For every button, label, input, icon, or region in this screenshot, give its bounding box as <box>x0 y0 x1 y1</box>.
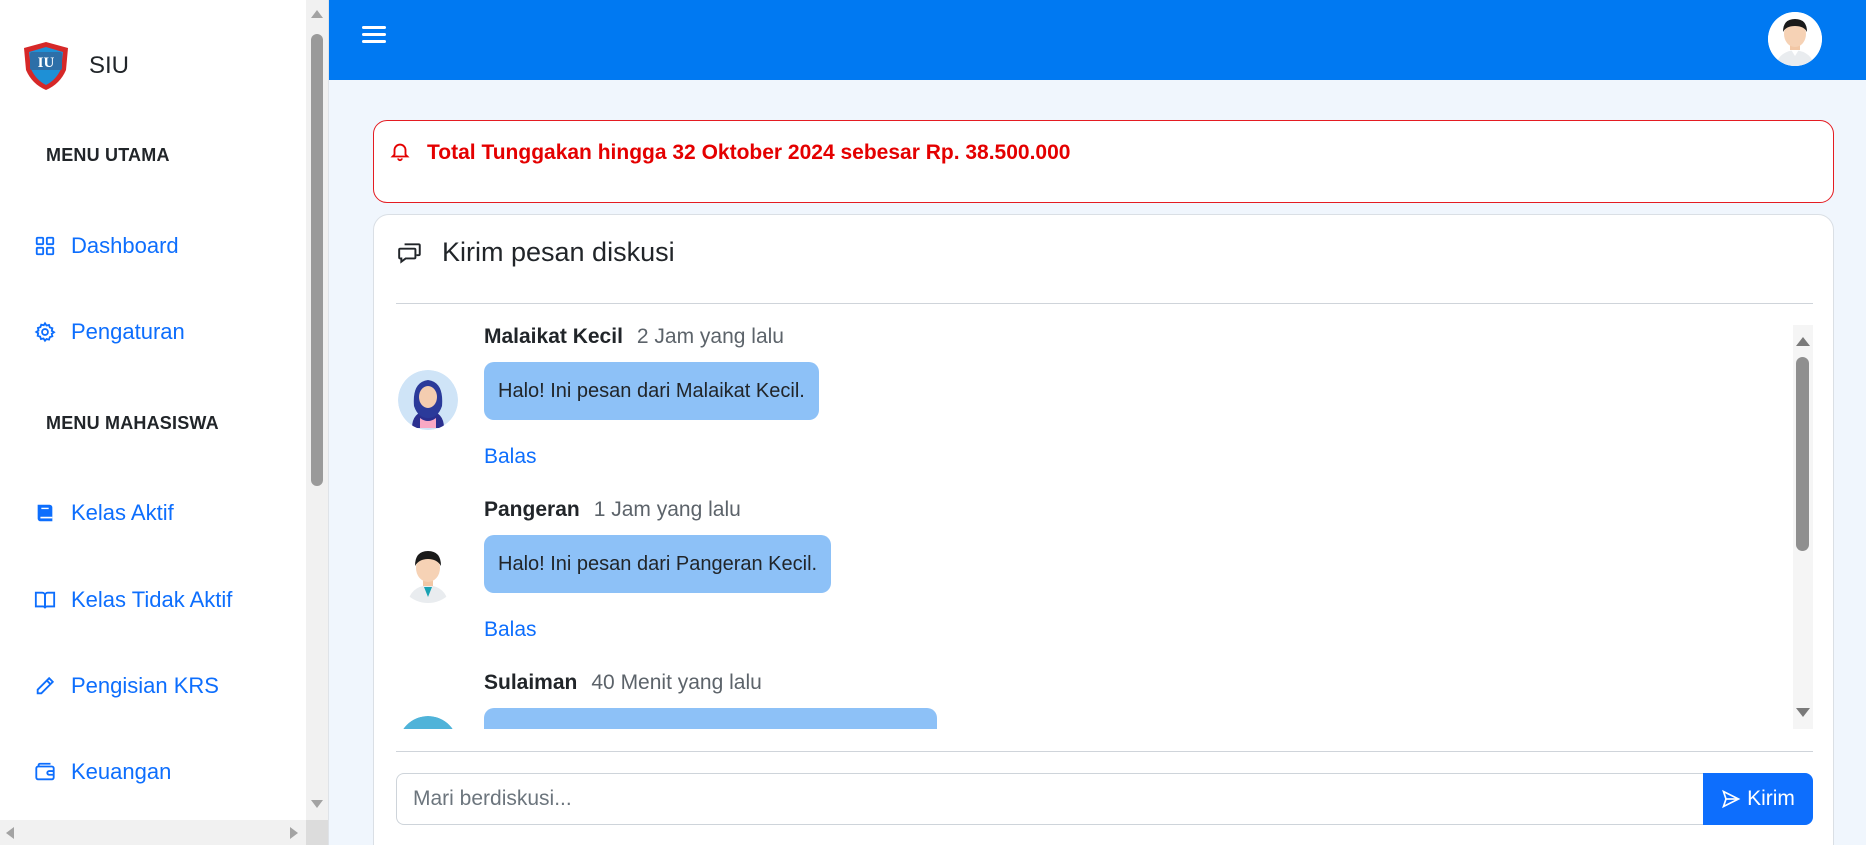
message-author: Pangeran <box>484 498 580 521</box>
message-author: Malaikat Kecil <box>484 325 623 348</box>
discussion-card: Kirim pesan diskusi Malaikat Kecil 2 Jam … <box>373 214 1834 845</box>
sidebar-item-pengisian-krs[interactable]: Pengisian KRS <box>33 673 219 699</box>
scroll-up-arrow-icon[interactable] <box>1796 337 1810 346</box>
card-header: Kirim pesan diskusi <box>397 237 675 268</box>
topbar <box>329 0 1866 80</box>
reply-link[interactable]: Balas <box>484 618 537 642</box>
gear-icon <box>33 320 57 344</box>
sidebar-item-label: Dashboard <box>71 233 179 258</box>
avatar <box>398 543 458 603</box>
message-header: Malaikat Kecil 2 Jam yang lalu <box>484 325 784 349</box>
message-time: 40 Menit yang lalu <box>591 671 762 694</box>
book-open-icon <box>33 588 57 612</box>
book-icon <box>33 501 57 525</box>
arrears-alert: Total Tunggakan hingga 32 Oktober 2024 s… <box>373 120 1834 203</box>
avatar <box>398 716 458 729</box>
sidebar-item-pengaturan[interactable]: Pengaturan <box>33 319 185 345</box>
menu-header-mahasiswa: MENU MAHASISWA <box>46 413 219 433</box>
sidebar-item-label: Pengisian KRS <box>71 673 219 698</box>
send-button[interactable]: Kirim <box>1703 773 1813 825</box>
sidebar-item-label: Kelas Tidak Aktif <box>71 587 233 612</box>
sidebar-item-kelas-tidak-aktif[interactable]: Kelas Tidak Aktif <box>33 587 232 613</box>
card-title: Kirim pesan diskusi <box>442 237 675 267</box>
message-bubble <box>484 708 937 729</box>
sidebar-vertical-scrollbar[interactable] <box>306 0 328 820</box>
message-composer: Kirim <box>396 773 1813 825</box>
sidebar-item-label: Kelas Aktif <box>71 500 174 525</box>
scrollbar-corner <box>306 820 328 845</box>
bell-icon <box>390 143 410 162</box>
sidebar-item-label: Keuangan <box>71 759 172 784</box>
message-bubble: Halo! Ini pesan dari Malaikat Kecil. <box>484 362 819 420</box>
chat-icon <box>398 242 421 264</box>
avatar <box>398 370 458 430</box>
message-time: 2 Jam yang lalu <box>636 325 784 348</box>
sidebar-item-kelas-aktif[interactable]: Kelas Aktif <box>33 500 174 526</box>
scroll-up-arrow-icon[interactable] <box>311 10 323 18</box>
sidebar-item-dashboard[interactable]: Dashboard <box>33 233 179 259</box>
user-avatar[interactable] <box>1768 12 1822 66</box>
reply-link[interactable]: Balas <box>484 445 537 469</box>
chat-scrollbar[interactable] <box>1793 325 1813 729</box>
message-author: Sulaiman <box>484 671 578 694</box>
sidebar-content: IU SIU MENU UTAMA Dashboard Pengaturan M… <box>0 0 306 820</box>
send-icon <box>1722 789 1741 809</box>
sidebar-item-keuangan[interactable]: Keuangan <box>33 759 171 785</box>
sidebar-item-label: Pengaturan <box>71 319 185 344</box>
scroll-right-arrow-icon[interactable] <box>290 827 298 839</box>
divider <box>396 751 1813 752</box>
message-list: Malaikat Kecil 2 Jam yang lalu Halo! Ini … <box>396 325 1813 729</box>
brand[interactable]: IU SIU <box>20 40 129 92</box>
scroll-left-arrow-icon[interactable] <box>6 827 14 839</box>
scroll-down-arrow-icon[interactable] <box>311 800 323 808</box>
message-bubble: Halo! Ini pesan dari Pangeran Kecil. <box>484 535 832 593</box>
message-header: Pangeran 1 Jam yang lalu <box>484 498 741 522</box>
message-header: Sulaiman 40 Menit yang lalu <box>484 671 762 695</box>
sidebar: IU SIU MENU UTAMA Dashboard Pengaturan M… <box>0 0 329 845</box>
hamburger-icon[interactable] <box>362 26 386 46</box>
pencil-icon <box>33 674 57 698</box>
university-logo-icon: IU <box>24 42 68 90</box>
send-label: Kirim <box>1747 787 1795 810</box>
message-input[interactable] <box>396 773 1703 825</box>
sidebar-horizontal-scrollbar[interactable] <box>0 820 306 845</box>
alert-text: Total Tunggakan hingga 32 Oktober 2024 s… <box>427 141 1071 164</box>
wallet-icon <box>33 760 57 784</box>
scroll-down-arrow-icon[interactable] <box>1796 708 1810 717</box>
scrollbar-thumb[interactable] <box>311 34 323 486</box>
message-time: 1 Jam yang lalu <box>593 498 741 521</box>
divider <box>396 303 1813 304</box>
grid-icon <box>33 234 57 258</box>
brand-name: SIU <box>89 52 130 79</box>
svg-text:IU: IU <box>38 55 55 71</box>
scrollbar-thumb[interactable] <box>1796 357 1809 551</box>
menu-header-utama: MENU UTAMA <box>46 145 170 165</box>
